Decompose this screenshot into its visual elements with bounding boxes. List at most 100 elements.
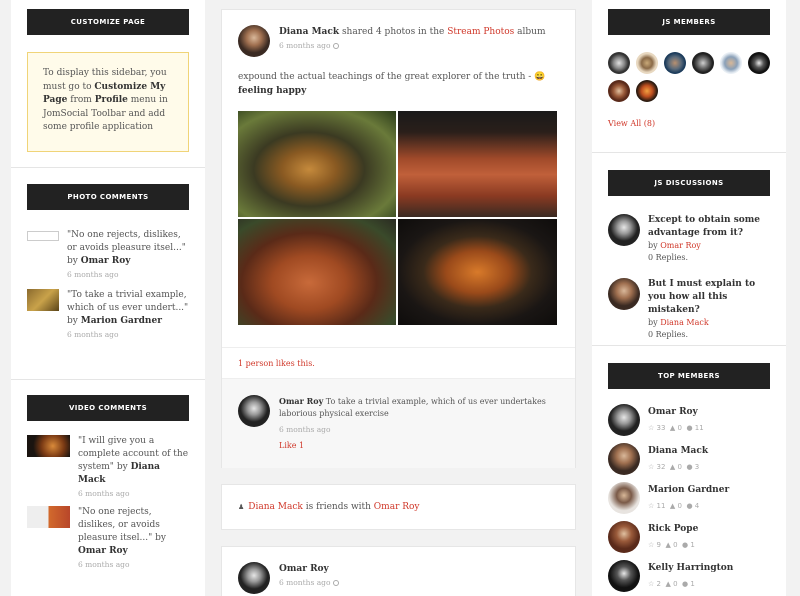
- likes-link[interactable]: 1 person likes this.: [238, 359, 315, 368]
- stream-photo[interactable]: [398, 111, 557, 217]
- star-icon: ☆: [648, 541, 655, 549]
- left-sidebar: CUSTOMIZE PAGE To display this sidebar, …: [11, 0, 205, 596]
- avatar[interactable]: [608, 560, 640, 592]
- member-stats: ☆ 2 ▲ 0 ● 1: [648, 580, 695, 588]
- stream-photo[interactable]: [238, 219, 396, 325]
- friend-icon: ♟: [238, 503, 245, 511]
- member-name[interactable]: Diana Mack: [648, 445, 708, 458]
- discussion-author[interactable]: Omar Roy: [660, 241, 701, 250]
- post-author-link[interactable]: Diana Mack: [279, 27, 339, 37]
- member-name[interactable]: Marion Gardner: [648, 484, 729, 497]
- discussion-title[interactable]: But I must explain to you how all this m…: [648, 278, 770, 317]
- photo-grid: [238, 111, 557, 325]
- thumbs-up-icon: ▲: [669, 502, 676, 510]
- top-member-item[interactable]: Kelly Harrington ☆ 2 ▲ 0 ● 1: [608, 560, 770, 592]
- right-sidebar: JS MEMBERS View All (8) JS DISCUSSIONS E…: [592, 0, 786, 596]
- comment-author[interactable]: Omar Roy: [279, 396, 323, 406]
- post-timestamp: 6 months ago: [279, 39, 546, 53]
- avatar[interactable]: [608, 278, 640, 310]
- list-item[interactable]: "No one rejects, dislikes, or avoids ple…: [27, 229, 189, 281]
- users-icon: ●: [681, 580, 689, 588]
- top-member-item[interactable]: Marion Gardner ☆ 11 ▲ 0 ● 4: [608, 482, 770, 514]
- member-avatar[interactable]: [636, 80, 658, 102]
- member-name[interactable]: Rick Pope: [648, 523, 698, 536]
- post-comment: Omar Roy To take a trivial example, whic…: [222, 378, 575, 468]
- star-icon: ☆: [648, 580, 655, 588]
- thumbs-up-icon: ▲: [665, 580, 671, 588]
- friend-link[interactable]: Diana Mack: [248, 502, 303, 512]
- thumbs-up-icon: ▲: [669, 463, 676, 471]
- member-avatar[interactable]: [692, 52, 714, 74]
- avatar[interactable]: [238, 25, 270, 57]
- stream-post-card: Omar Roy 6 months ago: [221, 546, 576, 596]
- post-header: Diana Mack shared 4 photos in the Stream…: [222, 10, 575, 57]
- list-item[interactable]: "I will give you a complete account of t…: [27, 435, 189, 500]
- post-timestamp: 6 months ago: [279, 576, 339, 590]
- list-item[interactable]: "No one rejects, dislikes, or avoids ple…: [27, 506, 189, 571]
- avatar[interactable]: [238, 395, 270, 427]
- avatar[interactable]: [608, 521, 640, 553]
- discussion-title[interactable]: Except to obtain some advantage from it?: [648, 214, 770, 240]
- top-member-item[interactable]: Diana Mack ☆ 32 ▲ 0 ● 3: [608, 443, 770, 475]
- member-avatar[interactable]: [608, 80, 630, 102]
- discussion-author[interactable]: Diana Mack: [660, 318, 709, 327]
- top-members-widget: TOP MEMBERS Omar Roy ☆ 33 ▲ 0 ● 11 Diana M…: [592, 346, 786, 596]
- friend-link[interactable]: Omar Roy: [374, 502, 420, 512]
- comment-author[interactable]: Marion Gardner: [81, 316, 162, 326]
- album-link[interactable]: Stream Photos: [447, 27, 514, 37]
- customize-page-widget: CUSTOMIZE PAGE To display this sidebar, …: [11, 0, 205, 168]
- list-item[interactable]: "To take a trivial example, which of us …: [27, 289, 189, 341]
- comment-author[interactable]: Omar Roy: [78, 546, 128, 556]
- stream-photo[interactable]: [398, 219, 557, 325]
- js-members-widget: JS MEMBERS View All (8): [592, 0, 786, 153]
- users-icon: ●: [686, 502, 693, 510]
- photo-thumbnail[interactable]: [27, 289, 59, 311]
- member-avatar[interactable]: [664, 52, 686, 74]
- discussion-item[interactable]: Except to obtain some advantage from it?…: [608, 214, 770, 264]
- avatar[interactable]: [608, 404, 640, 436]
- widget-title: TOP MEMBERS: [608, 363, 770, 389]
- avatar[interactable]: [238, 562, 270, 594]
- comment-author[interactable]: Omar Roy: [81, 256, 131, 266]
- avatar[interactable]: [608, 214, 640, 246]
- member-name[interactable]: Kelly Harrington: [648, 562, 733, 575]
- member-stats: ☆ 9 ▲ 0 ● 1: [648, 541, 695, 549]
- star-icon: ☆: [648, 424, 655, 432]
- stream-photo[interactable]: [238, 111, 396, 217]
- top-members-list: Omar Roy ☆ 33 ▲ 0 ● 11 Diana Mack ☆ 32 ▲ 0 …: [608, 404, 770, 592]
- top-member-item[interactable]: Rick Pope ☆ 9 ▲ 0 ● 1: [608, 521, 770, 553]
- view-all-members-link[interactable]: View All (8): [608, 119, 770, 128]
- post-header: Omar Roy 6 months ago: [222, 547, 575, 594]
- member-avatar[interactable]: [636, 52, 658, 74]
- emoji-icon: 😀: [534, 72, 546, 82]
- thumbs-up-icon: ▲: [669, 424, 676, 432]
- profile-link[interactable]: Profile: [95, 95, 128, 105]
- member-avatar[interactable]: [608, 52, 630, 74]
- video-thumbnail[interactable]: [27, 435, 70, 457]
- like-comment-button[interactable]: Like 1: [279, 440, 559, 452]
- friends-activity-card: ♟ Diana Mack is friends with Omar Roy: [221, 484, 576, 530]
- stream-post-card: Diana Mack shared 4 photos in the Stream…: [221, 9, 576, 468]
- avatar[interactable]: [608, 482, 640, 514]
- users-icon: ●: [686, 424, 693, 432]
- customize-note: To display this sidebar, you must go to …: [27, 52, 189, 152]
- photo-thumbnail[interactable]: [27, 231, 59, 241]
- feeling-status: feeling happy: [238, 86, 307, 96]
- discussion-item[interactable]: But I must explain to you how all this m…: [608, 278, 770, 341]
- js-discussions-widget: JS DISCUSSIONS Except to obtain some adv…: [592, 153, 786, 346]
- video-thumbnail[interactable]: [27, 506, 70, 528]
- member-avatar[interactable]: [720, 52, 742, 74]
- widget-title: CUSTOMIZE PAGE: [27, 9, 189, 35]
- globe-icon: [332, 580, 339, 586]
- member-avatar[interactable]: [748, 52, 770, 74]
- post-likes: 1 person likes this.: [222, 347, 575, 377]
- photo-comments-widget: PHOTO COMMENTS "No one rejects, dislikes…: [11, 168, 205, 380]
- post-author-link[interactable]: Omar Roy: [279, 564, 329, 574]
- star-icon: ☆: [648, 463, 655, 471]
- member-stats: ☆ 33 ▲ 0 ● 11: [648, 424, 704, 432]
- member-stats: ☆ 32 ▲ 0 ● 3: [648, 463, 700, 471]
- top-member-item[interactable]: Omar Roy ☆ 33 ▲ 0 ● 11: [608, 404, 770, 436]
- member-name[interactable]: Omar Roy: [648, 406, 704, 419]
- widget-title: JS DISCUSSIONS: [608, 170, 770, 196]
- avatar[interactable]: [608, 443, 640, 475]
